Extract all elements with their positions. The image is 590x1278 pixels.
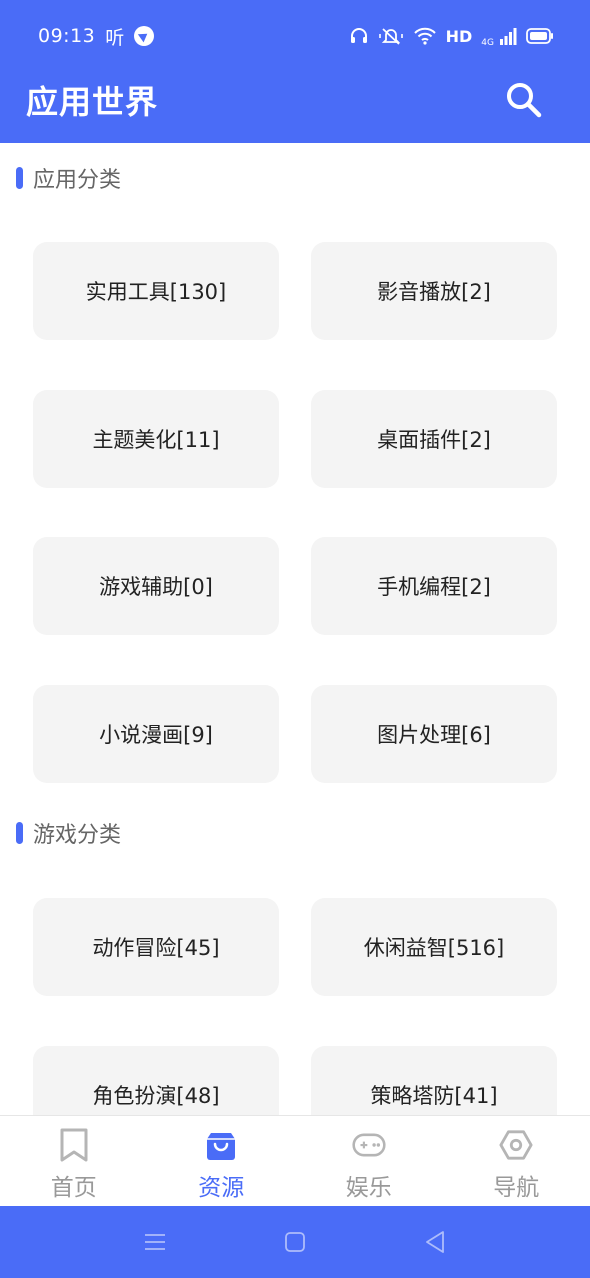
nav-item-resources[interactable]: 资源	[148, 1116, 296, 1206]
nav-label: 首页	[50, 1175, 97, 1201]
system-nav-bar	[0, 1206, 590, 1278]
wifi-icon	[413, 27, 436, 45]
page-title: 应用世界	[26, 83, 159, 121]
section-title: 游戏分类	[33, 823, 122, 848]
status-left: 09:13 听	[38, 23, 155, 50]
section-accent-bar	[16, 167, 23, 189]
category-list[interactable]: 应用分类 实用工具[130] 影音播放[2] 主题美化[11] 桌面插件[2] …	[0, 143, 590, 1115]
nav-item-navigation[interactable]: 导航	[443, 1116, 590, 1206]
category-card[interactable]: 手机编程[2]	[311, 537, 557, 635]
notification-app-icon	[134, 26, 155, 46]
category-card[interactable]: 策略塔防[41]	[311, 1046, 557, 1115]
battery-icon	[526, 28, 553, 44]
headphones-icon	[350, 28, 367, 43]
section-accent-bar	[16, 822, 23, 844]
triangle-back-icon	[426, 1231, 444, 1253]
section-title: 应用分类	[33, 168, 122, 193]
shopping-bag-icon	[204, 1128, 238, 1162]
hexagon-nut-icon	[499, 1128, 533, 1162]
category-card[interactable]: 图片处理[6]	[311, 685, 557, 783]
nav-label: 资源	[198, 1175, 245, 1201]
status-time: 09:13	[38, 25, 96, 47]
nav-item-entertainment[interactable]: 娱乐	[295, 1116, 443, 1206]
signal-icon	[500, 28, 517, 45]
search-button[interactable]	[502, 78, 546, 122]
category-card[interactable]: 小说漫画[9]	[33, 685, 279, 783]
category-card[interactable]: 动作冒险[45]	[33, 898, 279, 996]
category-card[interactable]: 桌面插件[2]	[311, 390, 557, 488]
search-icon	[507, 83, 542, 118]
section-header-game: 游戏分类	[16, 818, 121, 848]
nav-label: 导航	[493, 1175, 540, 1201]
status-right: HD 4G	[349, 25, 554, 48]
mute-bell-icon	[378, 28, 403, 45]
section-header-app: 应用分类	[16, 163, 121, 193]
bookmark-icon	[57, 1128, 91, 1162]
home-button[interactable]	[275, 1222, 315, 1262]
nav-label: 娱乐	[345, 1175, 392, 1201]
bottom-nav: 首页 资源 娱乐 导航	[0, 1115, 590, 1206]
listen-app-icon: 听	[105, 26, 125, 49]
status-bar: 09:13 听 HD 4G	[0, 14, 590, 58]
category-card[interactable]: 实用工具[130]	[33, 242, 279, 340]
square-home-icon	[285, 1232, 305, 1252]
app-bar: 应用世界	[0, 62, 590, 138]
category-card[interactable]: 游戏辅助[0]	[33, 537, 279, 635]
nav-item-home[interactable]: 首页	[0, 1116, 148, 1206]
network-type: 4G	[481, 37, 494, 48]
menu-button[interactable]	[135, 1222, 175, 1262]
back-button[interactable]	[415, 1222, 455, 1262]
category-card[interactable]: 主题美化[11]	[33, 390, 279, 488]
category-card[interactable]: 影音播放[2]	[311, 242, 557, 340]
hd-indicator: HD	[445, 26, 473, 46]
category-card[interactable]: 休闲益智[516]	[311, 898, 557, 996]
gamepad-icon	[352, 1128, 386, 1162]
header: 09:13 听 HD 4G 应用世界	[0, 0, 590, 143]
app-root: 09:13 听 HD 4G 应用世界 应用分类 实用工具[130] 影音播放[2…	[0, 0, 590, 1278]
category-card[interactable]: 角色扮演[48]	[33, 1046, 279, 1115]
menu-icon	[145, 1234, 165, 1250]
